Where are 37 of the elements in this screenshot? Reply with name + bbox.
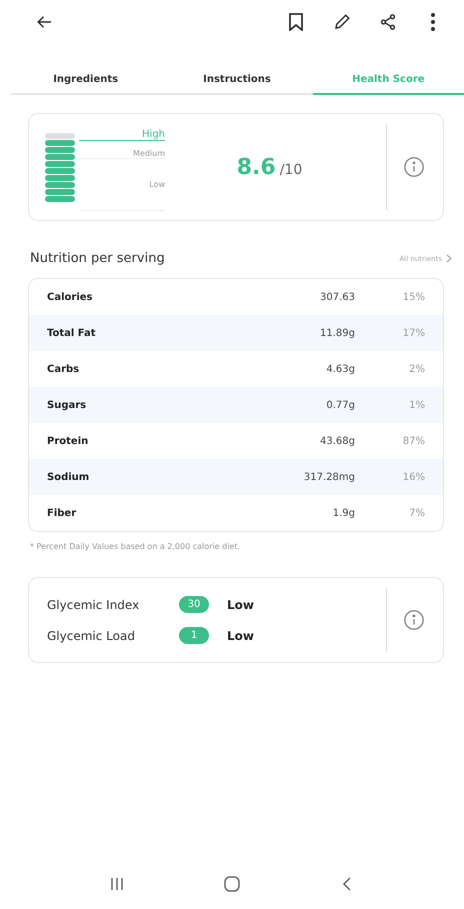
nutrient-amount: 317.28mg (302, 472, 355, 482)
meter-band-label: Low (79, 159, 165, 211)
section-title: Nutrition per serving (30, 251, 165, 266)
meter-band-label: Medium (79, 141, 165, 159)
nutrient-amount: 1.9g (332, 508, 355, 518)
nutrient-name: Fiber (47, 508, 78, 518)
nutrient-amount: 11.89g (319, 328, 355, 338)
daily-percent: 16% (402, 472, 425, 482)
nutrient-name: Sugars (47, 400, 88, 410)
nutrient-amount: 43.68g (319, 436, 355, 446)
glycemic-rating: Low (227, 598, 254, 612)
nutrient-name: Total Fat (47, 328, 97, 338)
glycemic-label: Glycemic Load (47, 628, 136, 642)
chevron-icon (446, 254, 452, 263)
score-value: 8.6 (236, 154, 276, 180)
nutrient-amount: 0.77g (325, 400, 355, 410)
nutrient-amount: 307.63 (319, 292, 355, 302)
daily-percent: 2% (408, 364, 425, 374)
score-max: /10 (280, 162, 302, 178)
glycemic-label: Glycemic Index (47, 598, 140, 612)
meter-band-label: High (79, 123, 165, 141)
tab[interactable]: Ingredients (10, 66, 162, 95)
glycemic-rating: Low (227, 628, 254, 642)
glycemic-value-badge: 1 (179, 627, 209, 644)
daily-percent: 7% (408, 508, 425, 518)
nutrient-name: Sodium (47, 472, 90, 482)
footnote: * Percent Daily Values based on a 2,000 calorie diet. (30, 542, 242, 551)
nutrient-name: Protein (47, 436, 90, 446)
nutrient-name: Calories (47, 292, 94, 302)
daily-percent: 1% (408, 400, 425, 410)
nutrient-amount: 4.63g (325, 364, 355, 374)
daily-percent: 17% (402, 328, 425, 338)
nutrient-name: Carbs (47, 364, 80, 374)
tab[interactable]: Instructions (161, 66, 313, 95)
daily-percent: 15% (402, 292, 425, 302)
glycemic-value-badge: 30 (179, 596, 209, 613)
daily-percent: 87% (402, 436, 425, 446)
